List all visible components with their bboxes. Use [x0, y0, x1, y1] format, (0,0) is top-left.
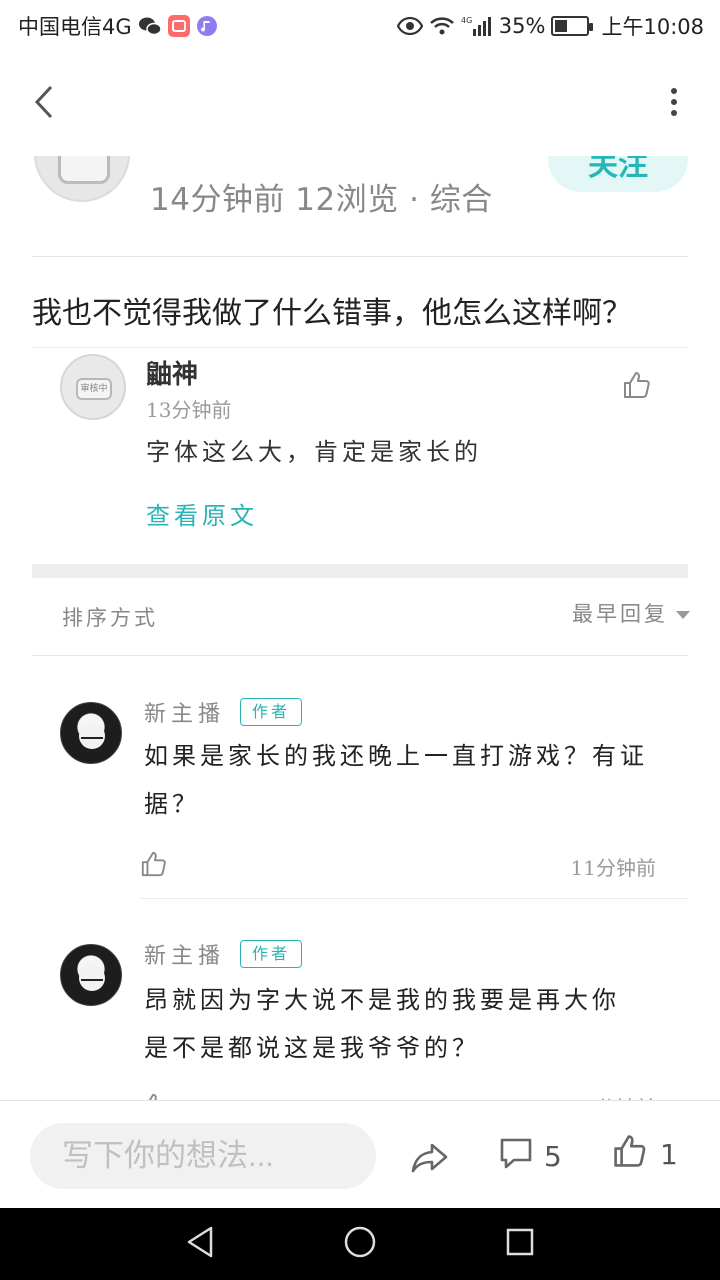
reply-author-name[interactable]: 新主播 — [144, 938, 225, 970]
svg-text:4G: 4G — [461, 16, 472, 25]
sort-selected: 最早回复 — [572, 602, 668, 626]
like-icon[interactable] — [622, 370, 652, 400]
back-icon — [33, 85, 55, 123]
reply-text: 如果是家长的我还晚上一直打游戏？有证据？ — [144, 742, 648, 818]
nav-back-button[interactable] — [182, 1226, 218, 1262]
like-count: 1 — [660, 1138, 678, 1171]
comment-time: 13分钟前 — [146, 398, 232, 422]
share-button[interactable] — [410, 1137, 450, 1177]
eye-icon — [396, 17, 423, 35]
avatar[interactable]: 审核中 — [60, 354, 126, 420]
commenter-name[interactable]: 鼬神 — [146, 354, 198, 391]
top-nav — [0, 52, 720, 156]
reply-time: 11分钟前 — [570, 856, 656, 880]
chevron-down-icon — [676, 611, 690, 619]
reply-author-name[interactable]: 新主播 — [144, 696, 225, 728]
post-meta: 14分钟前 12浏览 · 综合 — [150, 182, 493, 218]
signal-icon: 4G — [461, 15, 493, 37]
more-button[interactable] — [664, 82, 684, 126]
music-icon — [196, 15, 218, 37]
wifi-icon — [429, 16, 455, 36]
reply-item: 新主播 作者 昂就因为字大说不是我的我要是再大你是不是都说这是我爷爷的？ 11分… — [0, 934, 720, 1100]
more-icon — [670, 87, 678, 121]
like-icon[interactable] — [140, 850, 168, 878]
sort-row: 排序方式 最早回复 — [0, 578, 720, 656]
comment-input[interactable] — [30, 1123, 376, 1189]
quoted-comment: 审核中 鼬神 13分钟前 字体这么大，肯定是家长的 查看原文 — [0, 348, 720, 564]
avatar[interactable] — [60, 944, 122, 1006]
avatar-review-label: 审核中 — [76, 378, 112, 400]
nav-recents-icon — [505, 1227, 535, 1261]
section-separator — [32, 564, 688, 578]
avatar[interactable] — [60, 702, 122, 764]
nav-recents-button[interactable] — [502, 1226, 538, 1262]
bottom-action-bar: 5 1 — [0, 1100, 720, 1208]
divider — [140, 898, 688, 899]
battery-icon — [551, 16, 594, 36]
sort-dropdown[interactable]: 最早回复 — [572, 598, 690, 628]
wechat-icon — [138, 16, 162, 36]
sort-label: 排序方式 — [62, 606, 158, 630]
author-badge: 作者 — [240, 698, 302, 726]
back-button[interactable] — [22, 80, 66, 128]
like-button[interactable]: 1 — [612, 1133, 678, 1176]
author-badge: 作者 — [240, 940, 302, 968]
system-nav-bar — [0, 1208, 720, 1280]
nav-home-button[interactable] — [342, 1226, 378, 1262]
reply-item: 新主播 作者 如果是家长的我还晚上一直打游戏？有证据？ 11分钟前 — [0, 690, 720, 900]
author-avatar[interactable] — [34, 156, 130, 202]
reply-text: 昂就因为字大说不是我的我要是再大你是不是都说这是我爷爷的？ — [144, 986, 620, 1062]
comment-count: 5 — [544, 1140, 562, 1173]
post-header: 14分钟前 12浏览 · 综合 关注 — [0, 156, 720, 256]
battery-percent: 35% — [498, 14, 546, 38]
comment-icon — [498, 1135, 534, 1178]
like-icon — [612, 1133, 648, 1176]
like-icon[interactable] — [140, 1092, 168, 1100]
comment-text: 字体这么大，肯定是家长的 — [146, 438, 482, 466]
reply-time: 11分钟前 — [571, 1092, 656, 1100]
status-bar: 中国电信4G 4G 35% 上午10:08 — [0, 0, 720, 52]
divider — [32, 655, 688, 656]
app-notification-icon — [167, 15, 190, 37]
nav-home-icon — [343, 1225, 377, 1263]
share-icon — [410, 1143, 450, 1181]
follow-button[interactable]: 关注 — [548, 156, 688, 192]
nav-back-icon — [185, 1225, 215, 1263]
post-title: 我也不觉得我做了什么错事，他怎么这样啊？ — [32, 296, 632, 331]
clock: 上午10:08 — [601, 15, 704, 39]
view-original-link[interactable]: 查看原文 — [146, 496, 258, 531]
comments-button[interactable]: 5 — [498, 1135, 562, 1178]
battery-fill — [555, 20, 568, 32]
carrier-label: 中国电信4G — [18, 15, 132, 39]
divider — [32, 256, 688, 257]
